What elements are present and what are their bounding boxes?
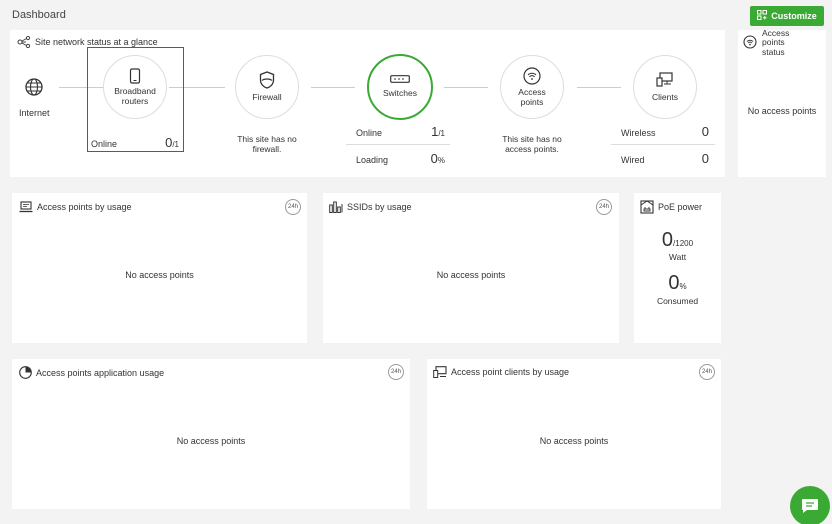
access-points-node[interactable]: Access points [500, 55, 564, 119]
clients-icon [656, 72, 673, 87]
poe-watt-total: /1200 [673, 239, 694, 248]
clients-wireless-value: 0 [701, 124, 709, 139]
firewall-node[interactable]: Firewall [235, 55, 299, 119]
laptop-icon [19, 201, 33, 213]
access-points-label-line2: points [520, 96, 544, 107]
connector-line [444, 87, 488, 88]
time-range-badge[interactable]: 24h [388, 364, 404, 380]
poe-watt-value: 0 [661, 229, 674, 251]
firewall-shield-icon [259, 71, 275, 89]
access-points-message: This site has no access points. [502, 134, 562, 155]
time-range-badge[interactable]: 24h [285, 199, 301, 215]
firewall-message: This site has no firewall. [237, 134, 297, 155]
ssid-usage-empty-message: No access points [436, 270, 506, 280]
customize-icon [757, 10, 768, 22]
topology-icon [17, 36, 31, 48]
clients-label: Clients [652, 91, 678, 102]
page-title: Dashboard [12, 9, 66, 21]
ssid-usage-card: SSIDs by usage 24h No access points [323, 193, 619, 343]
poe-watt: 0/1200 [634, 229, 721, 252]
ap-usage-title: Access points by usage [19, 201, 132, 213]
app-usage-title: Access points application usage [19, 366, 164, 379]
ap-status-empty-message: No access points [747, 106, 817, 116]
ap-usage-empty-message: No access points [125, 270, 194, 280]
firewall-label: Firewall [252, 92, 282, 103]
switches-loading-label: Loading [356, 155, 389, 165]
internet-icon [24, 77, 44, 99]
clients-wired-label: Wired [621, 155, 645, 165]
clients-wired-value: 0 [701, 151, 709, 166]
ssid-usage-title: SSIDs by usage [329, 201, 412, 213]
client-usage-card: Access point clients by usage 24h No acc… [427, 359, 721, 509]
poe-power-title: PoE power [640, 200, 702, 214]
internet-label: Internet [19, 108, 50, 118]
bar-chart-icon [329, 201, 343, 213]
access-point-icon [523, 67, 541, 85]
poe-consumed-value: 0 [668, 272, 680, 294]
poe-power-card: PoE power 0/1200 Watt 0% Consumed [634, 193, 721, 343]
connector-line [311, 87, 355, 88]
pie-chart-icon [19, 366, 32, 379]
ap-status-icon [743, 35, 757, 51]
customize-label: Customize [771, 11, 817, 21]
clients-wired-row: Wired 0 [621, 151, 709, 166]
connector-line [577, 87, 621, 88]
chat-button[interactable] [790, 486, 830, 524]
broadband-label-line2: routers [121, 95, 149, 106]
switches-node[interactable]: Switches [367, 54, 433, 120]
switches-label: Switches [382, 88, 417, 99]
clients-wireless-label: Wireless [621, 128, 656, 138]
poe-consumed: 0% [634, 272, 721, 295]
clients-wireless-row: Wireless 0 [621, 124, 709, 139]
time-range-badge[interactable]: 24h [699, 364, 715, 380]
switches-online-total: /1 [438, 129, 445, 138]
router-icon [129, 68, 141, 84]
switch-icon [390, 75, 410, 84]
broadband-online-total: /1 [172, 140, 179, 149]
switches-loading-row: Loading 0% [356, 151, 445, 166]
client-usage-empty-message: No access points [539, 436, 609, 446]
time-range-badge[interactable]: 24h [596, 199, 612, 215]
devices-icon [433, 366, 447, 378]
customize-button[interactable]: Customize [750, 6, 824, 26]
switches-online-label: Online [356, 128, 383, 138]
switches-loading-value: 0 [430, 151, 438, 166]
broadband-online-label: Online [91, 139, 118, 149]
poe-consumed-label: Consumed [656, 296, 699, 306]
clients-node[interactable]: Clients [633, 55, 697, 119]
broadband-online-row: Online 0/1 [91, 135, 179, 150]
switches-loading-unit: % [437, 156, 445, 165]
poe-watt-label: Watt [668, 252, 687, 262]
broadband-routers-node[interactable]: Broadband routers [103, 55, 167, 119]
power-plug-icon [640, 200, 654, 214]
ap-status-card: Access points status No access points [738, 28, 826, 177]
ap-usage-card: Access points by usage 24h No access poi… [12, 193, 307, 343]
ap-status-title: Access points status [762, 28, 790, 57]
divider [346, 144, 450, 145]
app-usage-card: Access points application usage 24h No a… [12, 359, 410, 509]
app-usage-empty-message: No access points [176, 436, 246, 446]
divider [611, 144, 715, 145]
client-usage-title: Access point clients by usage [433, 366, 569, 378]
chat-bubble-icon [802, 499, 818, 513]
poe-consumed-unit: % [679, 282, 687, 291]
switches-online-row: Online 1/1 [356, 124, 445, 139]
